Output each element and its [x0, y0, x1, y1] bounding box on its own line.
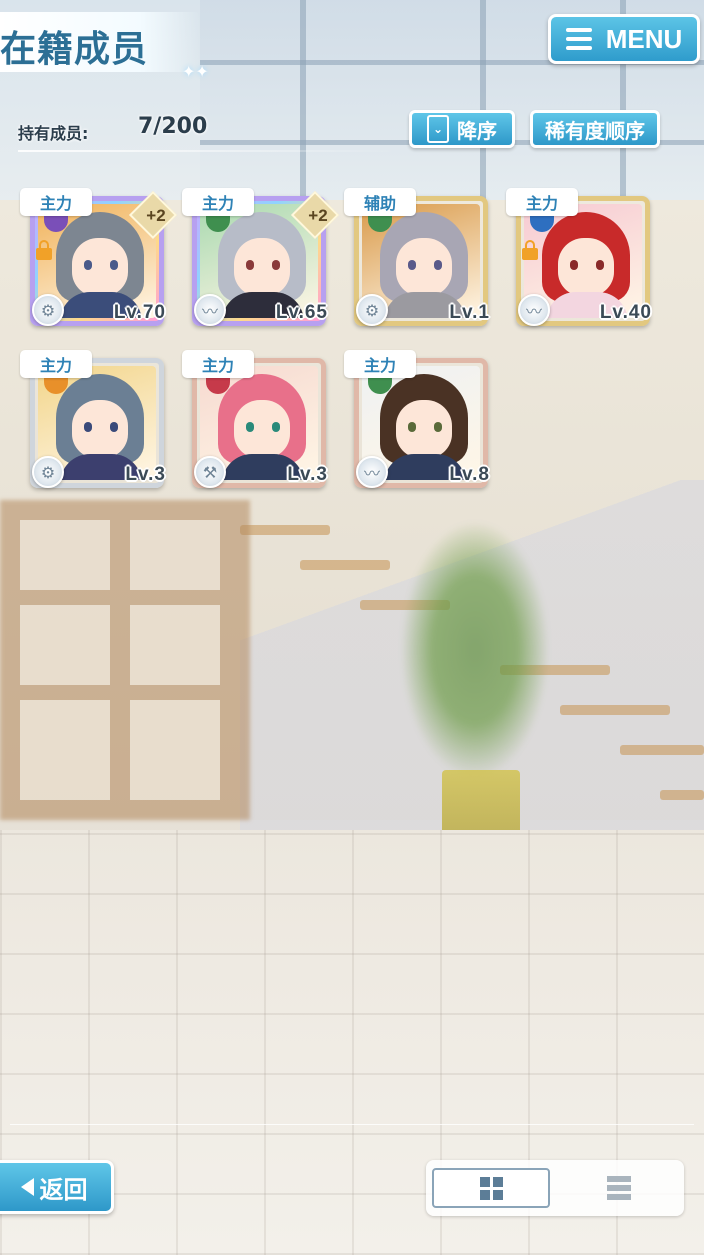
member-card[interactable]: 主力 ⚒ Lv.3 [180, 348, 330, 500]
member-card[interactable]: 辅助 ⚙ Lv.1 [342, 186, 492, 338]
gear-icon: ⚙ [356, 294, 388, 326]
grid-view-icon[interactable] [432, 1168, 550, 1208]
footer-divider [10, 1124, 694, 1125]
member-card[interactable]: 主力 〰 Lv.8 [342, 348, 492, 500]
sort-mode-label: 稀有度顺序 [545, 118, 645, 143]
role-tag: 主力 [344, 350, 416, 378]
role-tag: 主力 [506, 188, 578, 216]
member-count-label: 持有成员: [18, 124, 89, 143]
feather-icon: 〰 [194, 294, 226, 326]
sort-order-icon: ⌄ [427, 115, 449, 143]
lock-icon [36, 240, 52, 260]
page-title: 在籍成员 [0, 29, 149, 70]
sort-mode-button[interactable]: 稀有度顺序 [530, 110, 660, 148]
member-count-value: 7/200 [138, 114, 208, 139]
member-card[interactable]: 主力 ⚙ Lv.3 [18, 348, 168, 500]
card-level: Lv.3 [125, 464, 166, 485]
hammer-icon: ⚒ [194, 456, 226, 488]
back-label: 返回 [39, 1175, 88, 1204]
feather-icon: 〰 [518, 294, 550, 326]
card-level: Lv.3 [287, 464, 328, 485]
card-level: Lv.70 [113, 302, 166, 323]
view-mode-toggle [426, 1160, 684, 1216]
sort-order-label: 降序 [457, 118, 497, 143]
list-view-icon[interactable] [560, 1168, 678, 1208]
role-tag: 主力 [20, 188, 92, 216]
member-card[interactable]: 主力 +2 〰 Lv.65 [180, 186, 340, 338]
card-level: Lv.8 [449, 464, 490, 485]
role-tag: 主力 [182, 188, 254, 216]
plus-badge-text: +2 [146, 206, 166, 225]
back-arrow-icon [20, 1178, 34, 1196]
hamburger-icon [565, 28, 592, 50]
card-level: Lv.40 [599, 302, 652, 323]
card-level: Lv.1 [449, 302, 490, 323]
sort-order-button[interactable]: ⌄ 降序 [409, 110, 515, 148]
back-button[interactable]: 返回 [0, 1160, 114, 1214]
card-level: Lv.65 [275, 302, 328, 323]
member-card[interactable]: 主力 〰 Lv.40 [504, 186, 654, 338]
role-tag: 辅助 [344, 188, 416, 216]
lock-icon [522, 240, 538, 260]
gear-icon: ⚙ [32, 294, 64, 326]
menu-button[interactable]: MENU [548, 14, 700, 64]
role-tag: 主力 [20, 350, 92, 378]
menu-label: MENU [605, 23, 683, 54]
gear-icon: ⚙ [32, 456, 64, 488]
plus-badge-text: +2 [308, 206, 328, 225]
feather-icon: 〰 [356, 456, 388, 488]
background-plant [400, 520, 550, 780]
divider [18, 150, 398, 152]
member-card[interactable]: 主力 +2 ⚙ Lv.70 [18, 186, 178, 338]
role-tag: 主力 [182, 350, 254, 378]
sparkle-icon: ✦✦ [182, 62, 209, 81]
